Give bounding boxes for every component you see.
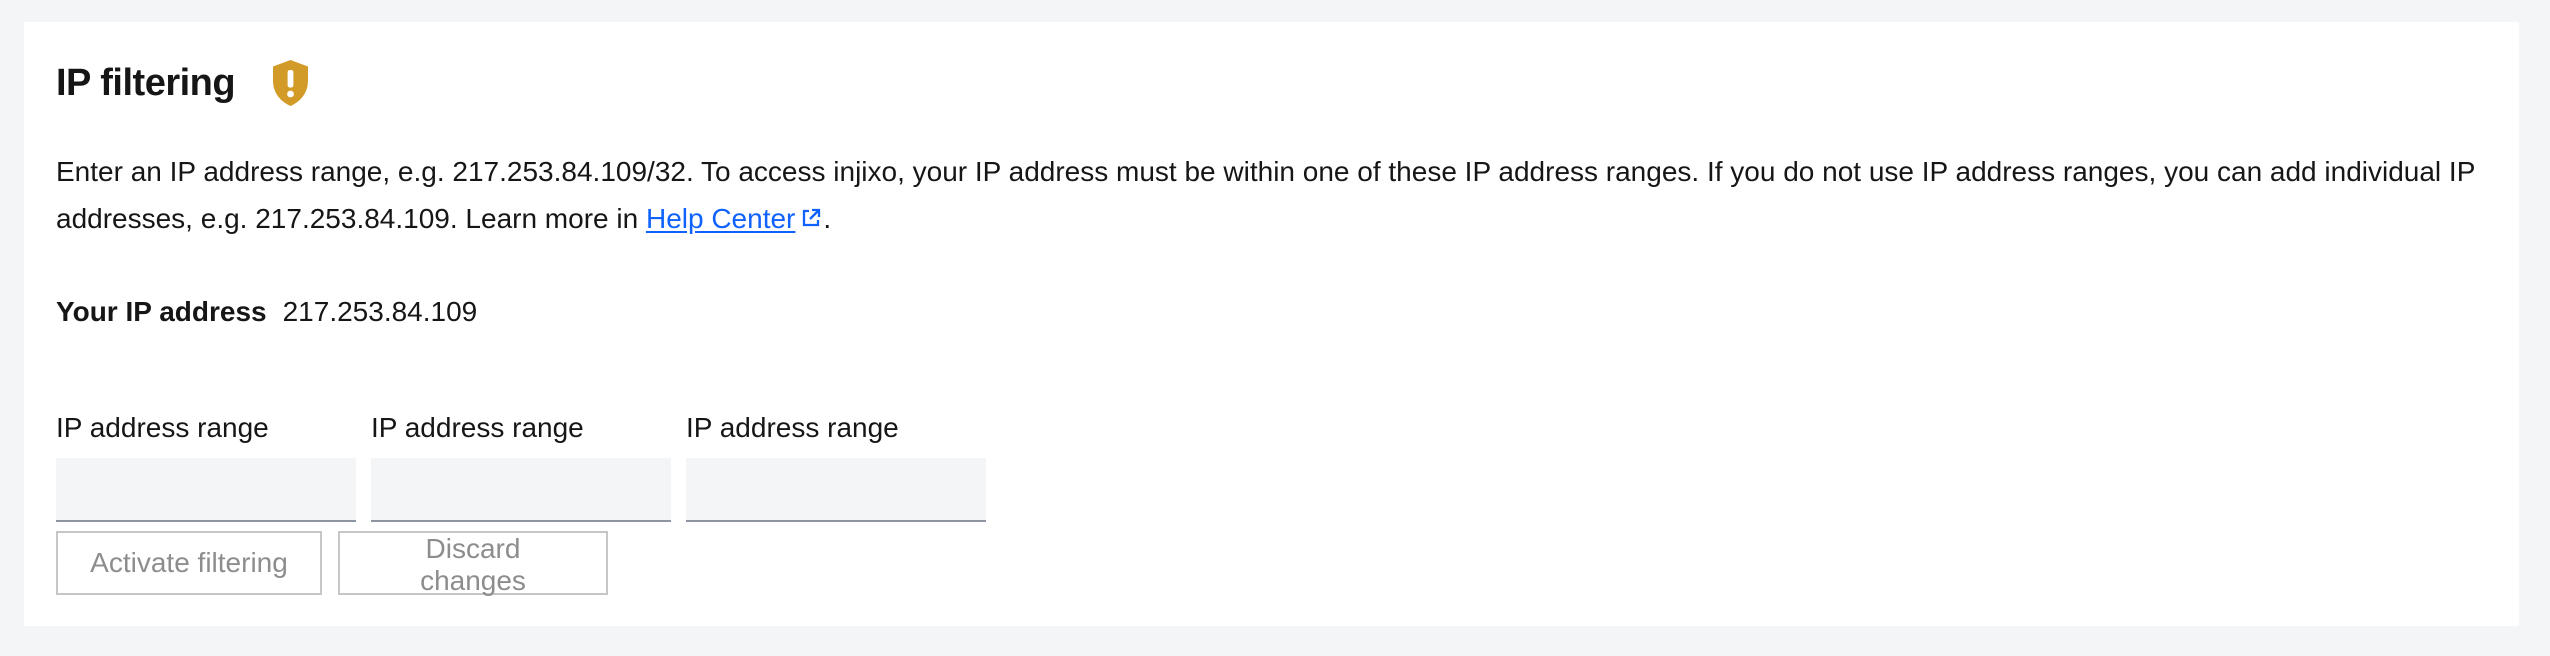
your-ip-address-row: Your IP address 217.253.84.109: [56, 298, 477, 326]
ip-address-range-label-2: IP address range: [371, 412, 584, 443]
shield-warning-icon-graphic: [273, 60, 309, 106]
discard-changes-button[interactable]: Discard changes: [338, 531, 608, 596]
activate-filtering-button[interactable]: Activate filtering: [56, 531, 322, 595]
page-title: IP filtering: [56, 62, 236, 104]
ip-address-range-input-1[interactable]: [56, 458, 356, 522]
ip-address-range-field-3: IP address range: [686, 414, 986, 522]
external-link-icon: [799, 197, 823, 227]
form-actions: Activate filtering Discard changes: [56, 531, 608, 596]
your-ip-address-value: 217.253.84.109: [282, 296, 478, 327]
ip-address-range-label-3: IP address range: [686, 412, 899, 443]
ip-filtering-description: Enter an IP address range, e.g. 217.253.…: [56, 148, 2496, 242]
external-link-icon-graphic: [803, 208, 821, 227]
ip-address-range-label-1: IP address range: [56, 412, 269, 443]
ip-address-range-input-3[interactable]: [686, 458, 986, 522]
ip-address-range-input-2[interactable]: [371, 458, 671, 522]
ip-address-range-fields: IP address range IP address range IP add…: [56, 414, 986, 522]
help-center-link-label: Help Center: [645, 203, 796, 234]
your-ip-address-label: Your IP address: [56, 296, 267, 327]
description-text-before-link: Enter an IP address range, e.g. 217.253.…: [56, 156, 2475, 234]
description-text-after-link: .: [823, 203, 832, 234]
help-center-link[interactable]: Help Center: [646, 203, 823, 234]
shield-warning-icon: [268, 58, 313, 108]
ip-filtering-panel: IP filtering Enter an IP address range, …: [24, 22, 2519, 626]
ip-address-range-field-2: IP address range: [371, 414, 671, 522]
ip-address-range-field-1: IP address range: [56, 414, 356, 522]
section-header: IP filtering: [56, 58, 313, 108]
